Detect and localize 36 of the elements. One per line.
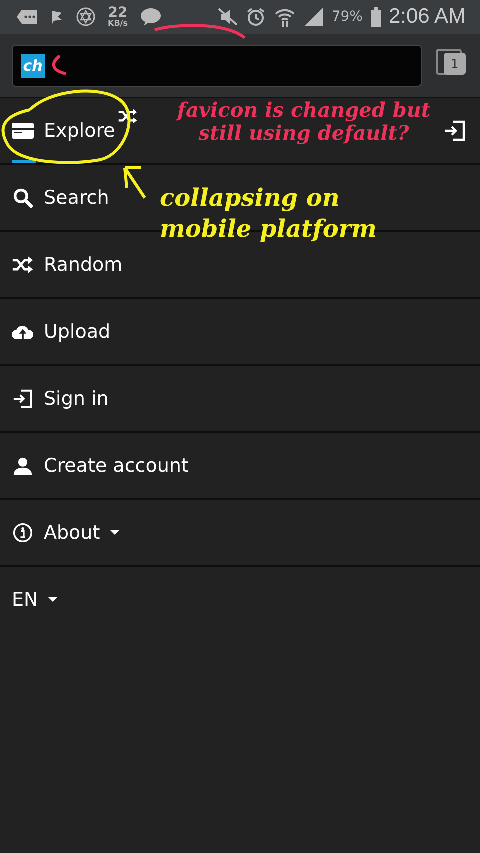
menu-item[interactable]: Random [0,232,135,297]
active-indicator [12,160,36,163]
shuffle-icon [12,254,34,274]
menu-item[interactable]: Sign in [0,366,121,431]
search-icon [12,188,34,208]
menu-item[interactable]: Upload [0,299,123,364]
handwritten-note: favicon is changed but still using default? [175,99,432,145]
chat-bubble-icon [140,8,162,26]
menu-item[interactable]: Search [0,165,122,230]
wifi-icon [274,7,296,27]
caret-icon [110,530,120,536]
alarm-icon [246,7,266,27]
hand-drawn-arrow [124,166,146,200]
speed-unit: KB/s [108,20,128,28]
network-speed: 22 [108,6,128,20]
chat-icon [16,9,38,25]
handwritten-note: collapsing on mobile platform [160,182,378,244]
card-icon [12,120,34,140]
shuffle-icon [118,108,138,125]
battery-percent: 79% [332,9,363,25]
favicon: ch [21,54,45,78]
clock: 2:06 AM [388,5,466,29]
star-of-david-icon [76,7,96,27]
info-icon [12,522,34,542]
menu-item[interactable]: EN [0,567,70,632]
signal-icon [304,8,324,26]
sign-in-icon[interactable] [444,120,466,142]
sign-in-icon [12,388,34,408]
mute-icon [218,8,238,26]
caret-icon [48,596,58,602]
menu-item[interactable]: About [0,500,132,565]
menu-item[interactable]: Create account [0,433,201,498]
battery-icon [370,7,381,27]
flag-icon [50,9,64,25]
menu-item[interactable]: Explore [0,98,128,163]
user-icon [12,456,34,476]
